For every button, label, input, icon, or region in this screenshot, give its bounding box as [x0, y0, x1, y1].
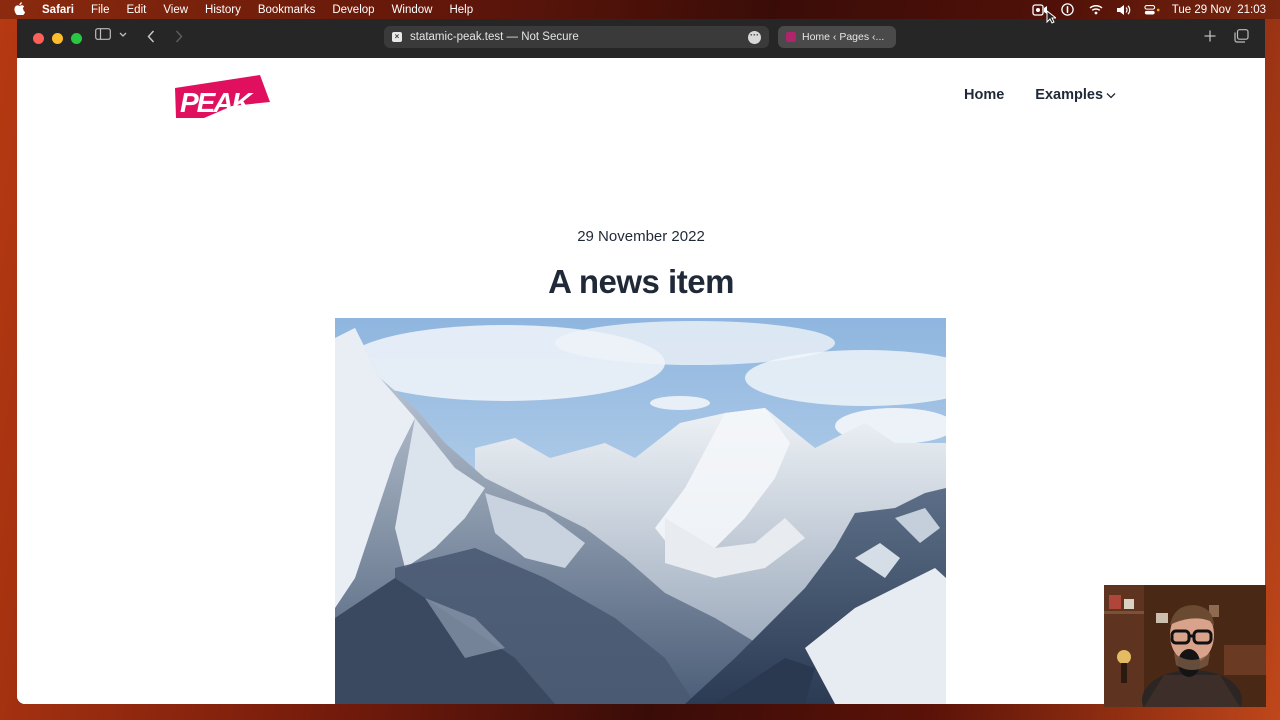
menu-view[interactable]: View: [163, 4, 188, 16]
menu-app-name[interactable]: Safari: [42, 4, 74, 16]
web-page: PEAK Home Examples 29 November 2022 A ne…: [17, 58, 1265, 704]
chevron-down-icon: [1106, 92, 1116, 98]
not-secure-icon: ×: [392, 32, 402, 42]
sidebar-toggle-icon[interactable]: [95, 28, 111, 40]
address-text[interactable]: statamic-peak.test — Not Secure: [410, 31, 579, 43]
tab-title: Home ‹ Pages ‹...: [802, 31, 885, 43]
address-bar[interactable]: × statamic-peak.test — Not Secure ···: [384, 26, 769, 48]
control-center-icon[interactable]: [1144, 3, 1160, 17]
menu-develop[interactable]: Develop: [332, 4, 374, 16]
menu-window[interactable]: Window: [392, 4, 433, 16]
window-controls: [33, 33, 82, 44]
menu-bookmarks[interactable]: Bookmarks: [258, 4, 316, 16]
article-date: 29 November 2022: [577, 228, 705, 245]
tab-favicon-icon: [786, 32, 796, 42]
more-options-icon[interactable]: ···: [748, 30, 761, 44]
main-nav: Home Examples: [964, 87, 1116, 103]
article-title: A news item: [548, 263, 734, 300]
menu-bar-left: Safari File Edit View History Bookmarks …: [14, 1, 473, 18]
browser-window: × statamic-peak.test — Not Secure ··· Ho…: [17, 19, 1265, 704]
menu-datetime[interactable]: Tue 29 Nov 21:03: [1172, 4, 1266, 16]
nav-examples-label: Examples: [1035, 87, 1104, 103]
new-tab-icon[interactable]: [1204, 30, 1216, 42]
hero-image: [335, 318, 946, 704]
zoom-window-button[interactable]: [71, 33, 82, 44]
menu-history[interactable]: History: [205, 4, 241, 16]
nav-home[interactable]: Home: [964, 87, 1004, 103]
menu-help[interactable]: Help: [449, 4, 473, 16]
browser-tab[interactable]: Home ‹ Pages ‹...: [778, 26, 896, 48]
forward-icon[interactable]: [175, 30, 183, 43]
apple-icon[interactable]: [14, 1, 26, 18]
tab-overview-icon[interactable]: [1234, 29, 1249, 43]
onepassword-icon[interactable]: [1060, 3, 1076, 17]
browser-toolbar: × statamic-peak.test — Not Secure ··· Ho…: [17, 19, 1265, 58]
minimize-window-button[interactable]: [52, 33, 63, 44]
mouse-cursor-icon: [1046, 9, 1058, 29]
svg-text:PEAK: PEAK: [180, 87, 254, 118]
menu-file[interactable]: File: [91, 4, 110, 16]
menu-edit[interactable]: Edit: [127, 4, 147, 16]
volume-icon[interactable]: [1116, 3, 1132, 17]
back-icon[interactable]: [147, 30, 155, 43]
menu-bar-right: Tue 29 Nov 21:03: [1032, 3, 1266, 17]
nav-examples[interactable]: Examples: [1035, 87, 1116, 103]
site-logo[interactable]: PEAK: [174, 72, 272, 120]
webcam-overlay: [1104, 585, 1266, 707]
chevron-down-icon[interactable]: [119, 32, 127, 38]
wifi-icon[interactable]: [1088, 3, 1104, 17]
menu-bar: Safari File Edit View History Bookmarks …: [0, 0, 1280, 19]
close-window-button[interactable]: [33, 33, 44, 44]
